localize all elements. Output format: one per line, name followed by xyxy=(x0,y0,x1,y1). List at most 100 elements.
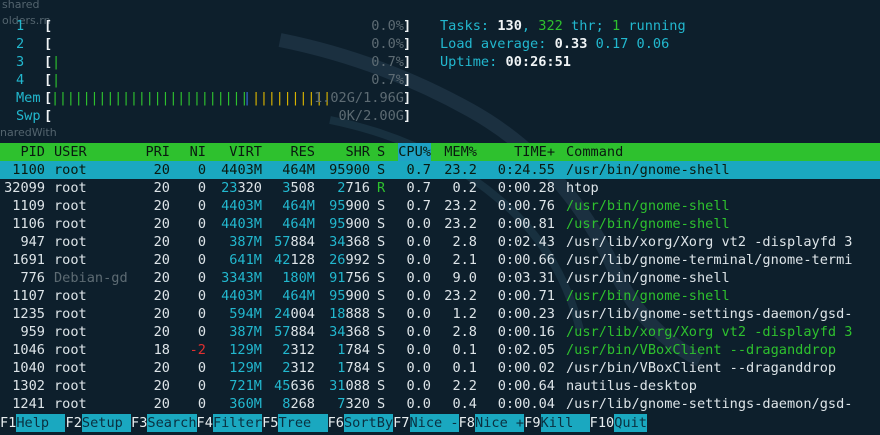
cell-pid: 1100 xyxy=(12,162,45,178)
fkey-f6[interactable]: F6 xyxy=(328,414,344,432)
cell-time: 0:00.28 xyxy=(497,180,555,196)
fkey-label-f5[interactable]: Tree xyxy=(278,414,328,432)
fkey-f3[interactable]: F3 xyxy=(131,414,147,432)
cell-time: 0:00.02 xyxy=(497,360,555,376)
table-row[interactable]: 1100 root 20 0 4403M 464M 95900 S 0.7 23.2 0:24.55… xyxy=(0,161,880,179)
header-cmd[interactable]: Command xyxy=(566,143,623,161)
table-row[interactable]: 1241 root 20 0 360M 8268 7320 S 0.0 0.4 0:00.04/us… xyxy=(0,395,880,413)
cell-res: 45636 xyxy=(274,378,315,394)
table-row[interactable]: 1106 root 20 0 4403M 464M 95900 S 0.0 23.2 0:00.81… xyxy=(0,215,880,233)
header-s[interactable]: S xyxy=(377,143,385,161)
fkey-label-f2[interactable]: Setup xyxy=(81,414,131,432)
cell-user: root xyxy=(54,180,87,196)
table-row[interactable]: 1046 root 18 -2 129M 2312 1784 S 0.0 0.1 0:02.05/u… xyxy=(0,341,880,359)
header-time[interactable]: TIME+ xyxy=(514,143,555,161)
cell-time: 0:02.05 xyxy=(497,342,555,358)
cell-s: S xyxy=(377,162,386,178)
table-row[interactable]: 32099 root 20 0 23320 3508 2716 R 0.7 0.2 0:00.28 h… xyxy=(0,179,880,197)
cell-shr: 1784 xyxy=(337,342,370,358)
cell-pri: 20 xyxy=(153,180,170,196)
cell-pri: 20 xyxy=(153,216,170,232)
cell-shr: 2716 xyxy=(337,180,370,196)
fkey-f9[interactable]: F9 xyxy=(524,414,540,432)
cell-mem: 23.2 xyxy=(444,288,477,304)
cell-ni: 0 xyxy=(197,306,206,322)
header-ni[interactable]: NI xyxy=(190,143,206,161)
fkey-label-f4[interactable]: Filter xyxy=(212,414,263,432)
table-header[interactable]: PID USER PRI NI VIRT RES SHR S CPU% MEM% TIME+ Comm… xyxy=(0,143,880,161)
fkey-label-f3[interactable]: Search xyxy=(147,414,197,432)
cell-cpu: 0.0 xyxy=(406,306,431,322)
cell-pri: 20 xyxy=(153,306,170,322)
cell-time: 0:02.43 xyxy=(497,234,555,250)
table-row[interactable]: 776 Debian-gd 20 0 3343M 180M 91756 S 0.0 9.0 0:03… xyxy=(0,269,880,287)
header-cpu[interactable]: CPU% xyxy=(398,143,431,161)
meter-bracket-close: ] xyxy=(403,108,412,124)
fkey-f8[interactable]: F8 xyxy=(459,414,475,432)
threads-count: 322 xyxy=(538,18,563,34)
table-row[interactable]: 1107 root 20 0 4403M 464M 95900 S 0.0 23.2 0:00.71… xyxy=(0,287,880,305)
table-row[interactable]: 1302 root 20 0 721M 45636 31088 S 0.0 2.2 0:00.64 n… xyxy=(0,377,880,395)
uptime-label: Uptime: xyxy=(440,54,498,70)
mem-bar-used: ||||||||||||||||||||||||| xyxy=(51,90,249,106)
cell-cpu: 0.0 xyxy=(406,342,431,358)
cell-mem: 23.2 xyxy=(444,198,477,214)
fkey-label-f9[interactable]: Kill xyxy=(540,414,590,432)
fkey-f4[interactable]: F4 xyxy=(197,414,213,432)
cell-time: 0:00.76 xyxy=(497,198,555,214)
cell-virt: 4403M xyxy=(221,162,262,178)
header-pid[interactable]: PID xyxy=(20,143,45,161)
header-user[interactable]: USER xyxy=(54,143,87,161)
fkey-f1[interactable]: F1 xyxy=(0,414,16,432)
cell-cpu: 0.0 xyxy=(406,288,431,304)
table-row[interactable]: 1040 root 20 0 129M 2312 1784 S 0.0 0.1 0:00.02/us… xyxy=(0,359,880,377)
cell-pid: 959 xyxy=(20,324,45,340)
cell-pid: 1046 xyxy=(12,342,45,358)
cell-virt: 594M xyxy=(229,306,262,322)
table-row[interactable]: 1691 root 20 0 641M 42128 26992 S 0.0 2.1 0:00.66 /… xyxy=(0,251,880,269)
fkey-label-f7[interactable]: Nice - xyxy=(409,414,459,432)
header-res[interactable]: RES xyxy=(290,143,315,161)
table-row[interactable]: 947 root 20 0 387M 57884 34368 S 0.0 2.8 0:02.43/u… xyxy=(0,233,880,251)
cell-user: root xyxy=(54,198,87,214)
cell-mem: 2.8 xyxy=(452,234,477,250)
cell-shr: 1784 xyxy=(337,360,370,376)
cell-mem: 0.1 xyxy=(452,360,477,376)
table-row[interactable]: 959 root 20 0 387M 57884 34368 S 0.0 2.8 0:00.16/u… xyxy=(0,323,880,341)
fkey-label-f6[interactable]: SortBy xyxy=(343,414,394,432)
cell-user: root xyxy=(54,342,87,358)
uptime-line: Uptime: 00:26:51 xyxy=(0,53,880,71)
cell-time: 0:00.64 xyxy=(497,378,555,394)
header-pri[interactable]: PRI xyxy=(145,143,170,161)
function-key-bar: F1 Help F2 Setup F3 Search F4 Filter F5 Tree F6… xyxy=(0,412,880,435)
cell-pri: 20 xyxy=(153,198,170,214)
cell-cpu: 0.7 xyxy=(406,198,431,214)
fkey-f5[interactable]: F5 xyxy=(262,414,278,432)
fkey-f10[interactable]: F10 xyxy=(590,414,615,432)
fkey-label-f8[interactable]: Nice + xyxy=(475,414,525,432)
mem-meter-value: 1.02G/1.96G xyxy=(313,90,404,106)
cell-virt: 387M xyxy=(229,234,262,250)
table-row[interactable]: 1109 root 20 0 4403M 464M 95900 S 0.7 23.2 0:00.76… xyxy=(0,197,880,215)
tasks-sep: , xyxy=(521,18,531,34)
uptime-value: 00:26:51 xyxy=(505,54,571,70)
cell-cpu: 0.7 xyxy=(406,180,431,196)
header-mem[interactable]: MEM% xyxy=(444,143,477,161)
cell-ni: 0 xyxy=(197,162,206,178)
cell-shr: 31088 xyxy=(329,378,370,394)
cell-pid: 1107 xyxy=(12,288,45,304)
cell-pri: 20 xyxy=(153,252,170,268)
cell-s: S xyxy=(377,270,386,286)
fkey-label-f10[interactable]: Quit xyxy=(614,414,647,432)
cell-mem: 2.8 xyxy=(452,324,477,340)
fkey-label-f1[interactable]: Help xyxy=(16,414,66,432)
cell-cmd: /usr/bin/gnome-shell xyxy=(566,162,730,178)
cell-pri: 20 xyxy=(153,162,170,178)
table-row[interactable]: 1235 root 20 0 594M 24004 18888 S 0.0 1.2 0:00.23 /… xyxy=(0,305,880,323)
fkey-f2[interactable]: F2 xyxy=(66,414,82,432)
cell-cpu: 0.0 xyxy=(406,360,431,376)
header-virt[interactable]: VIRT xyxy=(229,143,262,161)
cell-virt: 129M xyxy=(229,342,262,358)
header-shr[interactable]: SHR xyxy=(345,143,370,161)
fkey-f7[interactable]: F7 xyxy=(393,414,409,432)
